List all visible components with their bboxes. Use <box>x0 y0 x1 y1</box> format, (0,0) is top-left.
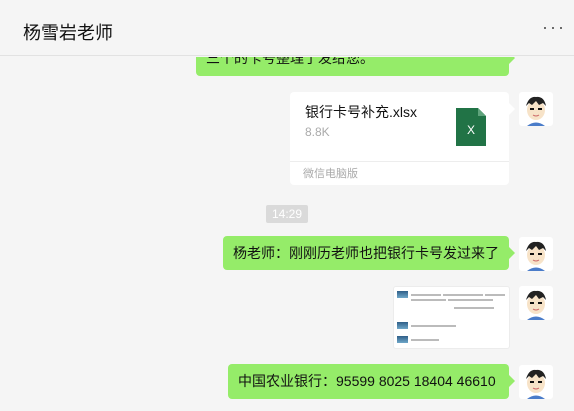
text-line <box>411 293 441 296</box>
text-line <box>411 324 456 327</box>
text-line <box>443 293 483 296</box>
avatar[interactable] <box>519 365 553 399</box>
avatar[interactable] <box>519 92 553 126</box>
file-message[interactable]: 银行卡号补充.xlsx 8.8K X 微信电脑版 <box>290 92 515 185</box>
timestamp: 14:29 <box>266 205 308 223</box>
list-item <box>397 322 458 329</box>
thumbnail <box>397 322 408 329</box>
list-item <box>397 336 441 343</box>
text-line <box>454 307 494 309</box>
file-name: 银行卡号补充.xlsx <box>305 104 417 120</box>
thumbnail <box>397 336 408 343</box>
chat-title: 杨雪岩老师 <box>23 23 113 43</box>
chat-header: 杨雪岩老师 ··· <box>0 0 574 56</box>
file-source: 微信电脑版 <box>290 161 509 185</box>
message-bubble[interactable]: 杨老师：刚刚历老师也把银行卡号发过来了 <box>223 236 515 270</box>
more-icon[interactable]: ··· <box>542 18 566 36</box>
list-item <box>397 291 507 298</box>
thumbnail <box>397 291 408 298</box>
message-bubble[interactable]: 三个的卡号整理了发给您。 <box>196 57 515 76</box>
list-item <box>411 299 495 301</box>
image-message[interactable] <box>393 286 510 349</box>
file-size: 8.8K <box>305 125 330 139</box>
message-bubble[interactable]: 中国农业银行：95599 8025 18404 46610 <box>228 364 515 399</box>
list-item <box>454 307 496 309</box>
text-line <box>448 299 493 301</box>
message-list[interactable]: 三个的卡号整理了发给您。 银行卡号补充.xlsx 8.8K X 微信电脑版 14… <box>0 57 574 411</box>
text-line <box>485 293 505 296</box>
text-line <box>411 299 446 301</box>
excel-file-icon: X <box>456 108 486 146</box>
text-line <box>411 338 439 341</box>
excel-file-letter: X <box>467 123 475 137</box>
avatar[interactable] <box>519 237 553 271</box>
avatar[interactable] <box>519 286 553 320</box>
